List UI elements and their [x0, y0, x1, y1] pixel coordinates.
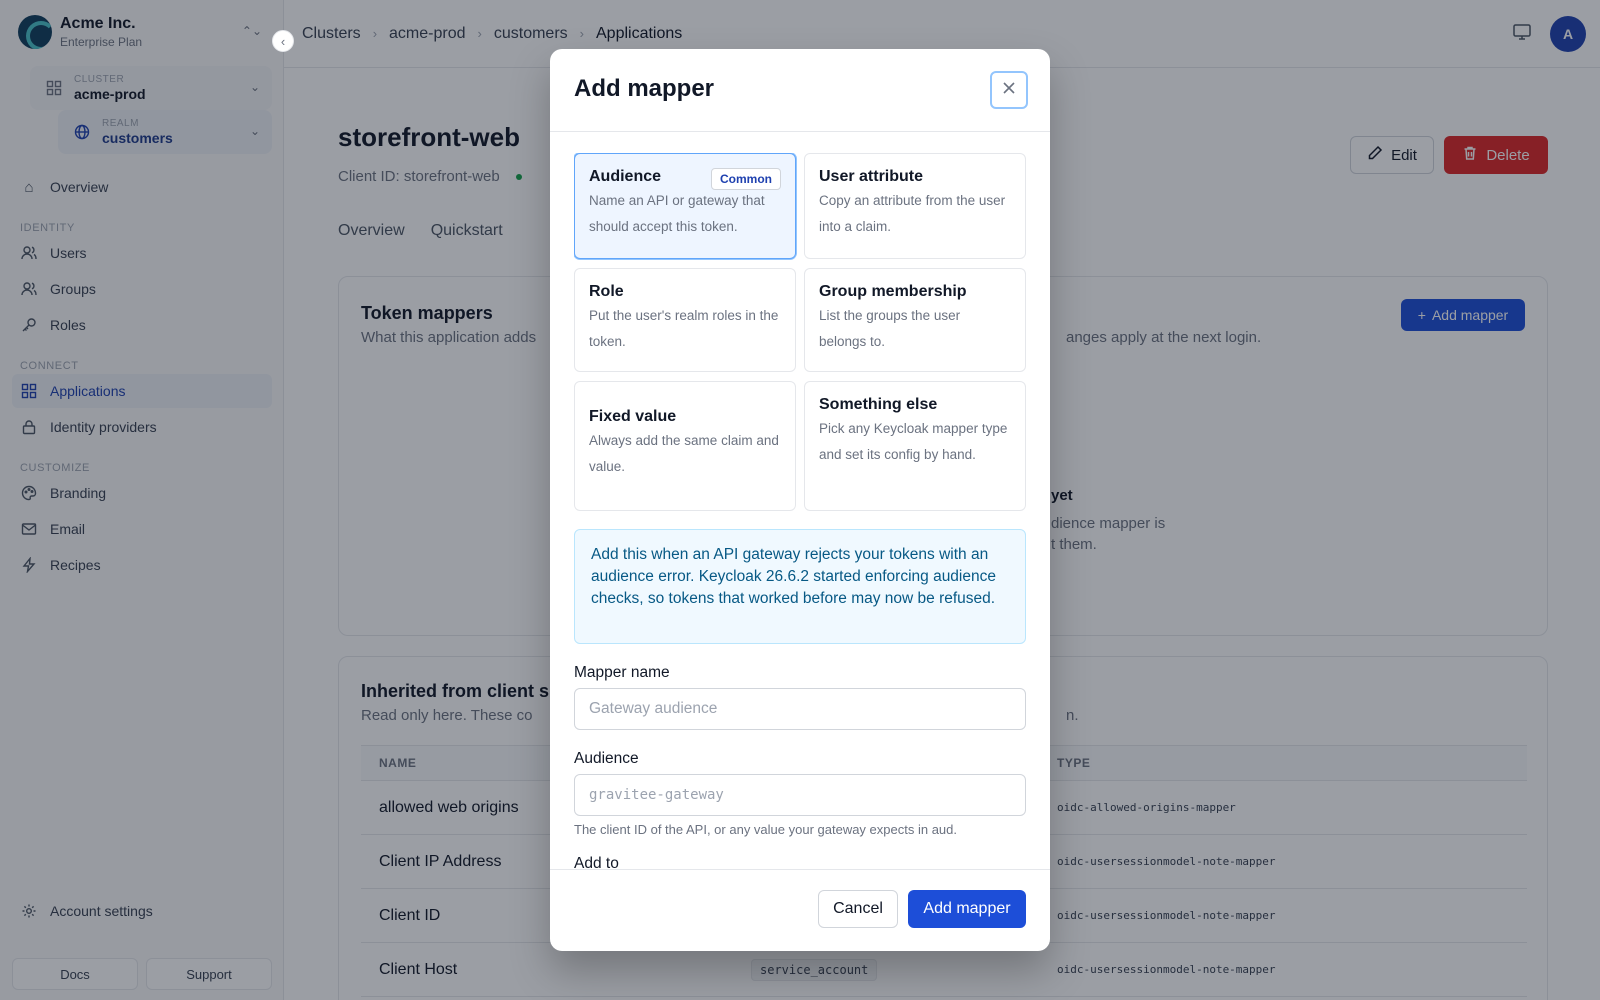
option-description: Always add the same claim and value.	[589, 433, 779, 474]
option-description: Name an API or gateway that should accep…	[589, 193, 765, 234]
option-description: List the groups the user belongs to.	[819, 308, 961, 349]
option-description: Put the user's realm roles in the token.	[589, 308, 779, 349]
dialog-footer: Cancel Add mapper	[550, 869, 1050, 951]
option-title: Role	[589, 283, 624, 300]
option-description: Pick any Keycloak mapper type and set it…	[819, 421, 1008, 462]
mapper-type-grid-row-2: Role Put the user's realm roles in the t…	[574, 268, 1026, 372]
option-title: User attribute	[819, 168, 924, 185]
mapper-type-grid: Audience Common Name an API or gateway t…	[574, 153, 1026, 259]
audience-label: Audience	[574, 750, 639, 767]
add-mapper-dialog: Add mapper Audience Common Name an API o…	[550, 49, 1050, 951]
dialog-header: Add mapper	[550, 49, 1050, 132]
option-audience[interactable]: Audience Common Name an API or gateway t…	[574, 153, 796, 259]
option-something-else[interactable]: Something else Pick any Keycloak mapper …	[804, 381, 1026, 511]
mapper-name-input[interactable]	[574, 688, 1026, 730]
option-title: Group membership	[819, 283, 967, 300]
collapse-sidebar-button[interactable]: ‹	[272, 30, 294, 52]
submit-add-mapper-button[interactable]: Add mapper	[908, 890, 1026, 928]
info-callout: Add this when an API gateway rejects you…	[574, 529, 1026, 644]
dialog-body[interactable]: Audience Common Name an API or gateway t…	[574, 153, 1026, 869]
mapper-name-label: Mapper name	[574, 664, 670, 681]
audience-help-text: The client ID of the API, or any value y…	[574, 822, 957, 837]
cancel-button[interactable]: Cancel	[818, 890, 898, 928]
option-role[interactable]: Role Put the user's realm roles in the t…	[574, 268, 796, 372]
dialog-title: Add mapper	[574, 75, 715, 102]
option-group-membership[interactable]: Group membership List the groups the use…	[804, 268, 1026, 372]
close-button[interactable]	[990, 71, 1028, 109]
option-description: Copy an attribute from the user into a c…	[819, 193, 1006, 234]
option-fixed-value[interactable]: Fixed value Always add the same claim an…	[574, 381, 796, 511]
audience-input[interactable]	[574, 774, 1026, 816]
add-to-label: Add to	[574, 855, 619, 869]
option-title: Something else	[819, 396, 938, 413]
mapper-type-grid-row-3: Fixed value Always add the same claim an…	[574, 381, 1026, 511]
close-icon	[1001, 79, 1017, 102]
option-user-attribute[interactable]: User attribute Copy an attribute from th…	[804, 153, 1026, 259]
option-title: Fixed value	[589, 408, 677, 425]
common-badge: Common	[711, 168, 781, 190]
